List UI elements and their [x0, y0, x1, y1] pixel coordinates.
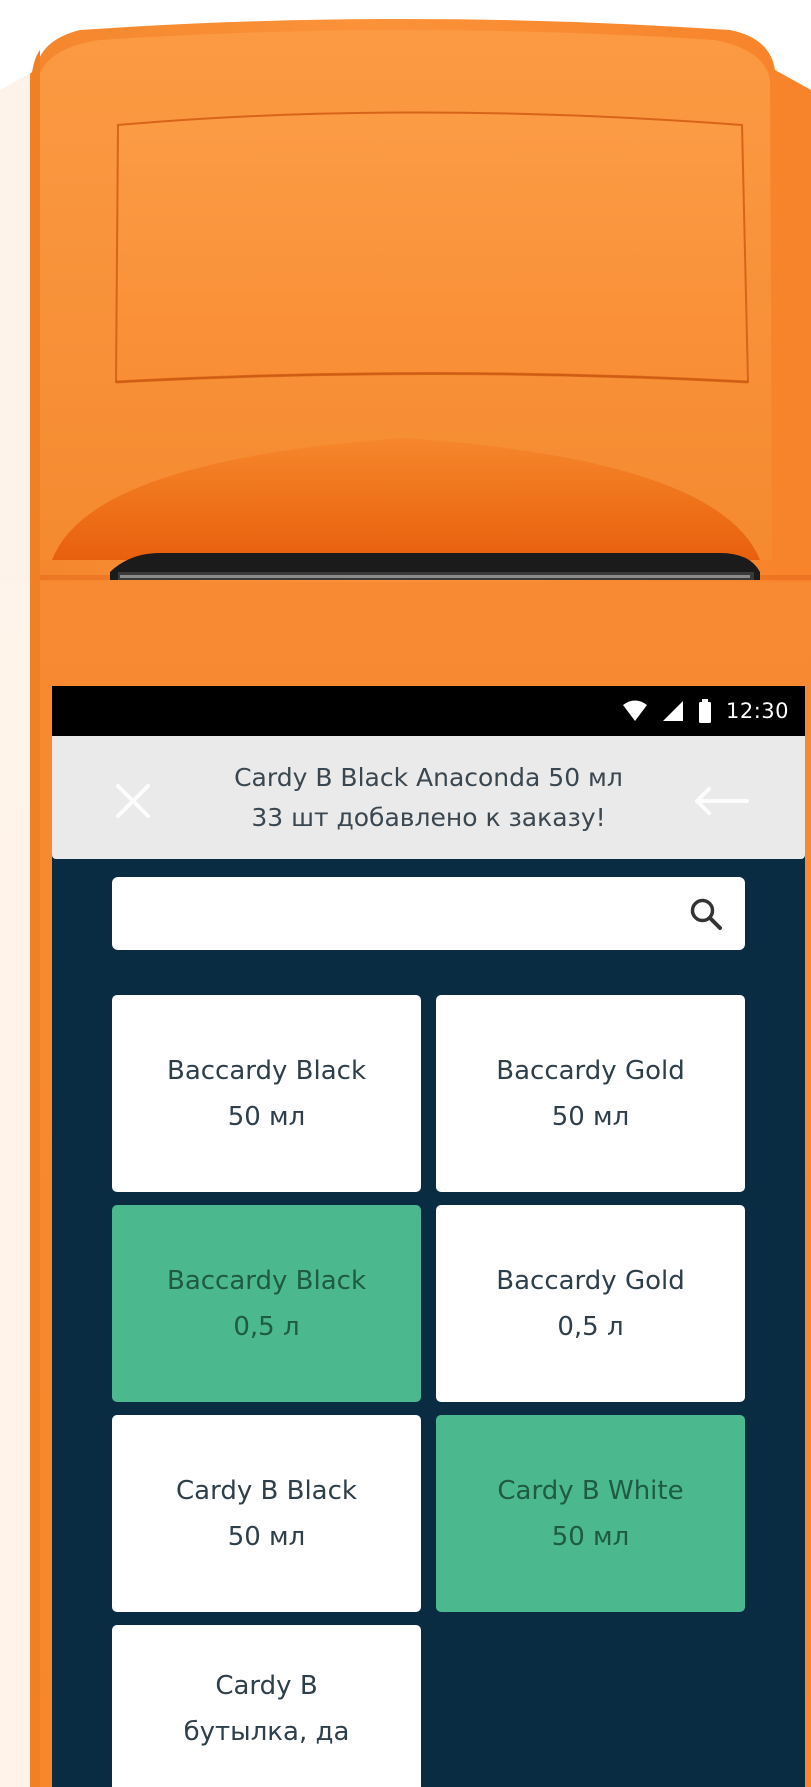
product-name: Baccardy Gold	[496, 1055, 685, 1086]
search-box	[112, 877, 745, 950]
product-volume: 50 мл	[227, 1101, 306, 1132]
search-icon[interactable]	[689, 897, 723, 931]
product-volume: 50 мл	[227, 1521, 306, 1552]
pos-terminal-device: 12:30 Cardy B Black Anaconda 50 мл 33 шт…	[0, 0, 811, 1787]
status-bar: 12:30	[52, 686, 805, 736]
product-name: Baccardy Black	[166, 1055, 367, 1086]
added-to-order-toast: Cardy B Black Anaconda 50 мл 33 шт добав…	[52, 736, 805, 859]
product-tile-selected[interactable]: Cardy B White 50 мл	[436, 1415, 745, 1612]
wifi-icon	[622, 700, 647, 721]
product-tile[interactable]: Cardy B Black 50 мл	[112, 1415, 421, 1612]
product-name: Cardy B	[215, 1671, 318, 1701]
product-volume: 0,5 л	[557, 1311, 624, 1342]
product-name: Cardy B Black	[176, 1475, 357, 1506]
signal-icon	[662, 701, 683, 721]
product-volume: 0,5 л	[233, 1311, 300, 1342]
toast-quantity-line: 33 шт добавлено к заказу!	[251, 802, 606, 832]
search-input[interactable]	[112, 877, 672, 950]
product-tile[interactable]: Cardy B бутылка, да	[112, 1625, 421, 1787]
product-volume: 50 мл	[551, 1521, 630, 1552]
product-name: Cardy B White	[497, 1475, 684, 1506]
product-volume: бутылка, да	[183, 1717, 350, 1747]
status-time: 12:30	[725, 699, 789, 723]
product-volume: 50 мл	[551, 1101, 630, 1132]
product-tile[interactable]: Baccardy Gold 0,5 л	[436, 1205, 745, 1402]
app-header: Cardy B Black Anaconda 50 мл 33 шт добав…	[52, 736, 805, 859]
device-screen: 12:30 Cardy B Black Anaconda 50 мл 33 шт…	[52, 686, 805, 1787]
battery-icon	[698, 699, 711, 723]
status-icons: 12:30	[622, 698, 789, 724]
product-name: Baccardy Black	[166, 1265, 367, 1296]
product-tile-selected[interactable]: Baccardy Black 0,5 л	[112, 1205, 421, 1402]
product-tile[interactable]: Baccardy Black 50 мл	[112, 995, 421, 1192]
product-tile[interactable]: Baccardy Gold 50 мл	[436, 995, 745, 1192]
toast-product-line: Cardy B Black Anaconda 50 мл	[234, 762, 623, 792]
product-name: Baccardy Gold	[496, 1265, 685, 1296]
